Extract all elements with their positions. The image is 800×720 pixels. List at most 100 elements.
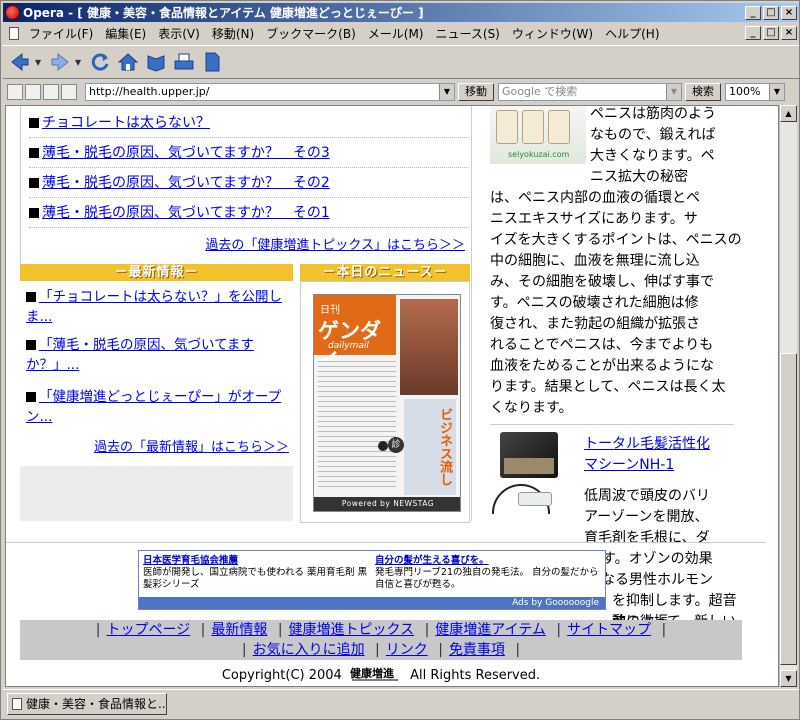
product2-text-line: 育毛剤を毛根に、ダ — [584, 530, 710, 546]
home-icon[interactable] — [115, 49, 141, 75]
bottle-icon — [548, 110, 570, 144]
zoom-select[interactable]: 100% ▼ — [725, 83, 785, 101]
footer-link-top[interactable]: トップページ — [106, 622, 190, 638]
scroll-thumb[interactable] — [780, 353, 797, 665]
page-viewport: チョコレートは太らない？ 薄毛・脱毛の原因、気づいてますか？ その3 薄毛・脱毛… — [5, 105, 779, 687]
footer-link-sitemap[interactable]: サイトマップ — [567, 622, 651, 638]
footer-nav-row: | トップページ | 最新情報 | 健康増進トピックス | 健康増進アイテム | サイトマ… — [95, 622, 667, 638]
forward-history-dropdown-icon[interactable]: ▼ — [75, 58, 83, 67]
product1-text-line: なもので、鍛えれば — [590, 127, 716, 143]
bullet-square-icon — [29, 118, 39, 128]
forward-arrow-icon[interactable] — [47, 49, 73, 75]
topic-item: 薄毛・脱毛の原因、気づいてますか？ その1 — [29, 198, 469, 228]
news-link[interactable]: 「健康増進どっとじぇーぴー」がオープン... — [26, 389, 281, 425]
vertical-scrollbar[interactable]: ▲ ▼ — [779, 105, 797, 687]
user-icon[interactable] — [61, 84, 77, 100]
latest-news-header: －最新情報－ — [20, 264, 293, 282]
footer-link-news[interactable]: 最新情報 — [211, 622, 267, 638]
menu-help[interactable]: ヘルプ(H) — [599, 25, 665, 42]
topic-item: 薄毛・脱毛の原因、気づいてますか？ その2 — [29, 168, 469, 198]
footer-link-links[interactable]: リンク — [386, 642, 428, 658]
document-icon — [12, 697, 22, 710]
mdi-restore-button[interactable]: □ — [763, 26, 779, 40]
go-button[interactable]: 移動 — [458, 83, 494, 101]
topic-link[interactable]: 薄毛・脱毛の原因、気づいてますか？ その3 — [42, 145, 330, 161]
product1-text-line: ニス拡大の秘密 — [590, 169, 688, 185]
address-input[interactable]: http://health.upper.jp/ ▼ — [85, 83, 455, 101]
ad-title-link[interactable]: 自分の髪が生える喜びを。 — [375, 555, 605, 567]
product2-text-line: アーゾーンを開放、 — [584, 509, 709, 525]
paper-photo — [400, 299, 458, 395]
topic-link[interactable]: 薄毛・脱毛の原因、気づいてますか？ その2 — [42, 175, 330, 191]
print-icon[interactable] — [171, 49, 197, 75]
divider — [6, 542, 766, 543]
footer-link-bookmark[interactable]: お気に入りに追加 — [253, 642, 365, 658]
menu-view[interactable]: 表示(V) — [152, 25, 206, 42]
mdi-close-button[interactable]: × — [781, 26, 797, 40]
today-news-box: 日刊 ゲンダイ dailymail ビジネス流し 診 Powered by NE… — [300, 281, 470, 523]
product2-title-link[interactable]: マシーンNH-1 — [584, 455, 674, 476]
product1-text-line: くなります。 — [490, 400, 573, 416]
zoom-value: 100% — [729, 85, 761, 98]
supplement-bottles-image[interactable]: selyokuzai.com — [490, 106, 586, 164]
ads-by-label[interactable]: Ads by Goooooogle — [139, 597, 605, 609]
back-arrow-icon[interactable] — [7, 49, 33, 75]
product2-title-link[interactable]: トータル毛髪活性化 — [584, 434, 710, 455]
zoom-dropdown-icon[interactable]: ▼ — [769, 84, 784, 100]
ad-unit: 日本医学育毛協会推薦 医師が開発し、国立病院でも使われる 薬用育毛剤 黒髪彩シリ… — [143, 555, 373, 591]
today-news-header: －本日のニュース－ — [300, 264, 470, 282]
search-button[interactable]: 検索 — [685, 83, 721, 101]
topic-link[interactable]: チョコレートは太らない？ — [42, 115, 210, 131]
menu-edit[interactable]: 編集(E) — [99, 25, 152, 42]
product1-text-line: は、ペニス内部の血液の循環とペ — [490, 190, 700, 206]
close-button[interactable]: × — [781, 5, 797, 20]
scroll-down-icon[interactable]: ▼ — [780, 670, 797, 687]
topic-link[interactable]: 薄毛・脱毛の原因、気づいてますか？ その1 — [42, 205, 330, 221]
page-tab[interactable]: 健康・美容・食品情報と... — [7, 692, 167, 715]
security-lock-icon[interactable] — [7, 84, 23, 100]
title-bar: Opera - [ 健康・美容・食品情報とアイテム 健康増進どっとじぇーぴー ]… — [3, 3, 799, 22]
footer-link-items[interactable]: 健康増進アイテム — [435, 622, 546, 638]
google-search-input[interactable]: Google で検索 ▼ — [498, 83, 682, 101]
product-image-url: selyokuzai.com — [508, 150, 570, 159]
powered-by-label: Powered by NEWSTAG — [314, 497, 460, 511]
google-ads-box: 日本医学育毛協会推薦 医師が開発し、国立病院でも使われる 薬用育毛剤 黒髪彩シリ… — [138, 550, 606, 610]
menu-bookmarks[interactable]: ブックマーク(B) — [260, 25, 362, 42]
mdi-minimize-button[interactable]: _ — [745, 26, 761, 40]
maximize-button[interactable]: □ — [763, 5, 779, 20]
product1-text-line: 大きくなります。ペ — [590, 148, 715, 164]
site-info-icon[interactable] — [25, 84, 41, 100]
newspaper-thumbnail[interactable]: 日刊 ゲンダイ dailymail ビジネス流し 診 Powered by NE… — [313, 294, 461, 512]
browser-window: Opera - [ 健康・美容・食品情報とアイテム 健康増進どっとじぇーぴー ]… — [0, 0, 800, 720]
footer-link-topics[interactable]: 健康増進トピックス — [289, 622, 415, 638]
footer-link-disclaimer[interactable]: 免責事項 — [449, 642, 505, 658]
topics-more-link[interactable]: 過去の「健康増進トピックス」はこちら＞＞ — [205, 234, 465, 253]
product1-text-line: れることでペニスは、今までよりも — [490, 337, 714, 353]
news-link[interactable]: 「薄毛・脱毛の原因、気づいてますか？」... — [26, 337, 254, 373]
address-dropdown-icon[interactable]: ▼ — [439, 84, 454, 100]
bullet-square-icon — [26, 392, 36, 402]
news-item: 「チョコレートは太らない？」を公開しま... — [26, 287, 290, 327]
menu-file[interactable]: ファイル(F) — [23, 25, 99, 42]
product1-text-line: イズを大きくするポイントは、ペニスの — [490, 232, 742, 248]
hotlist-icon[interactable] — [143, 49, 169, 75]
hair-machine-image[interactable] — [490, 428, 572, 528]
menu-mail[interactable]: メール(M) — [362, 25, 430, 42]
menu-navigate[interactable]: 移動(N) — [206, 25, 260, 42]
menu-news[interactable]: ニュース(S) — [429, 25, 505, 42]
back-history-dropdown-icon[interactable]: ▼ — [35, 58, 43, 67]
seal-icon: 診 — [388, 437, 404, 453]
search-engine-dropdown-icon[interactable]: ▼ — [666, 84, 681, 100]
minimize-button[interactable]: _ — [745, 5, 761, 20]
bullet-square-icon — [26, 340, 36, 350]
menu-window[interactable]: ウィンドウ(W) — [506, 25, 599, 42]
page-new-icon[interactable] — [43, 84, 59, 100]
ad-title-link[interactable]: 日本医学育毛協会推薦 — [143, 555, 373, 567]
news-link[interactable]: 「チョコレートは太らない？」を公開しま... — [26, 289, 282, 325]
reload-icon[interactable] — [87, 49, 113, 75]
bullet-square-icon — [29, 148, 39, 158]
bullet-square-icon — [29, 178, 39, 188]
page-icon[interactable] — [199, 49, 225, 75]
scroll-up-icon[interactable]: ▲ — [780, 105, 797, 122]
news-more-link[interactable]: 過去の「最新情報」はこちら＞＞ — [94, 436, 289, 455]
